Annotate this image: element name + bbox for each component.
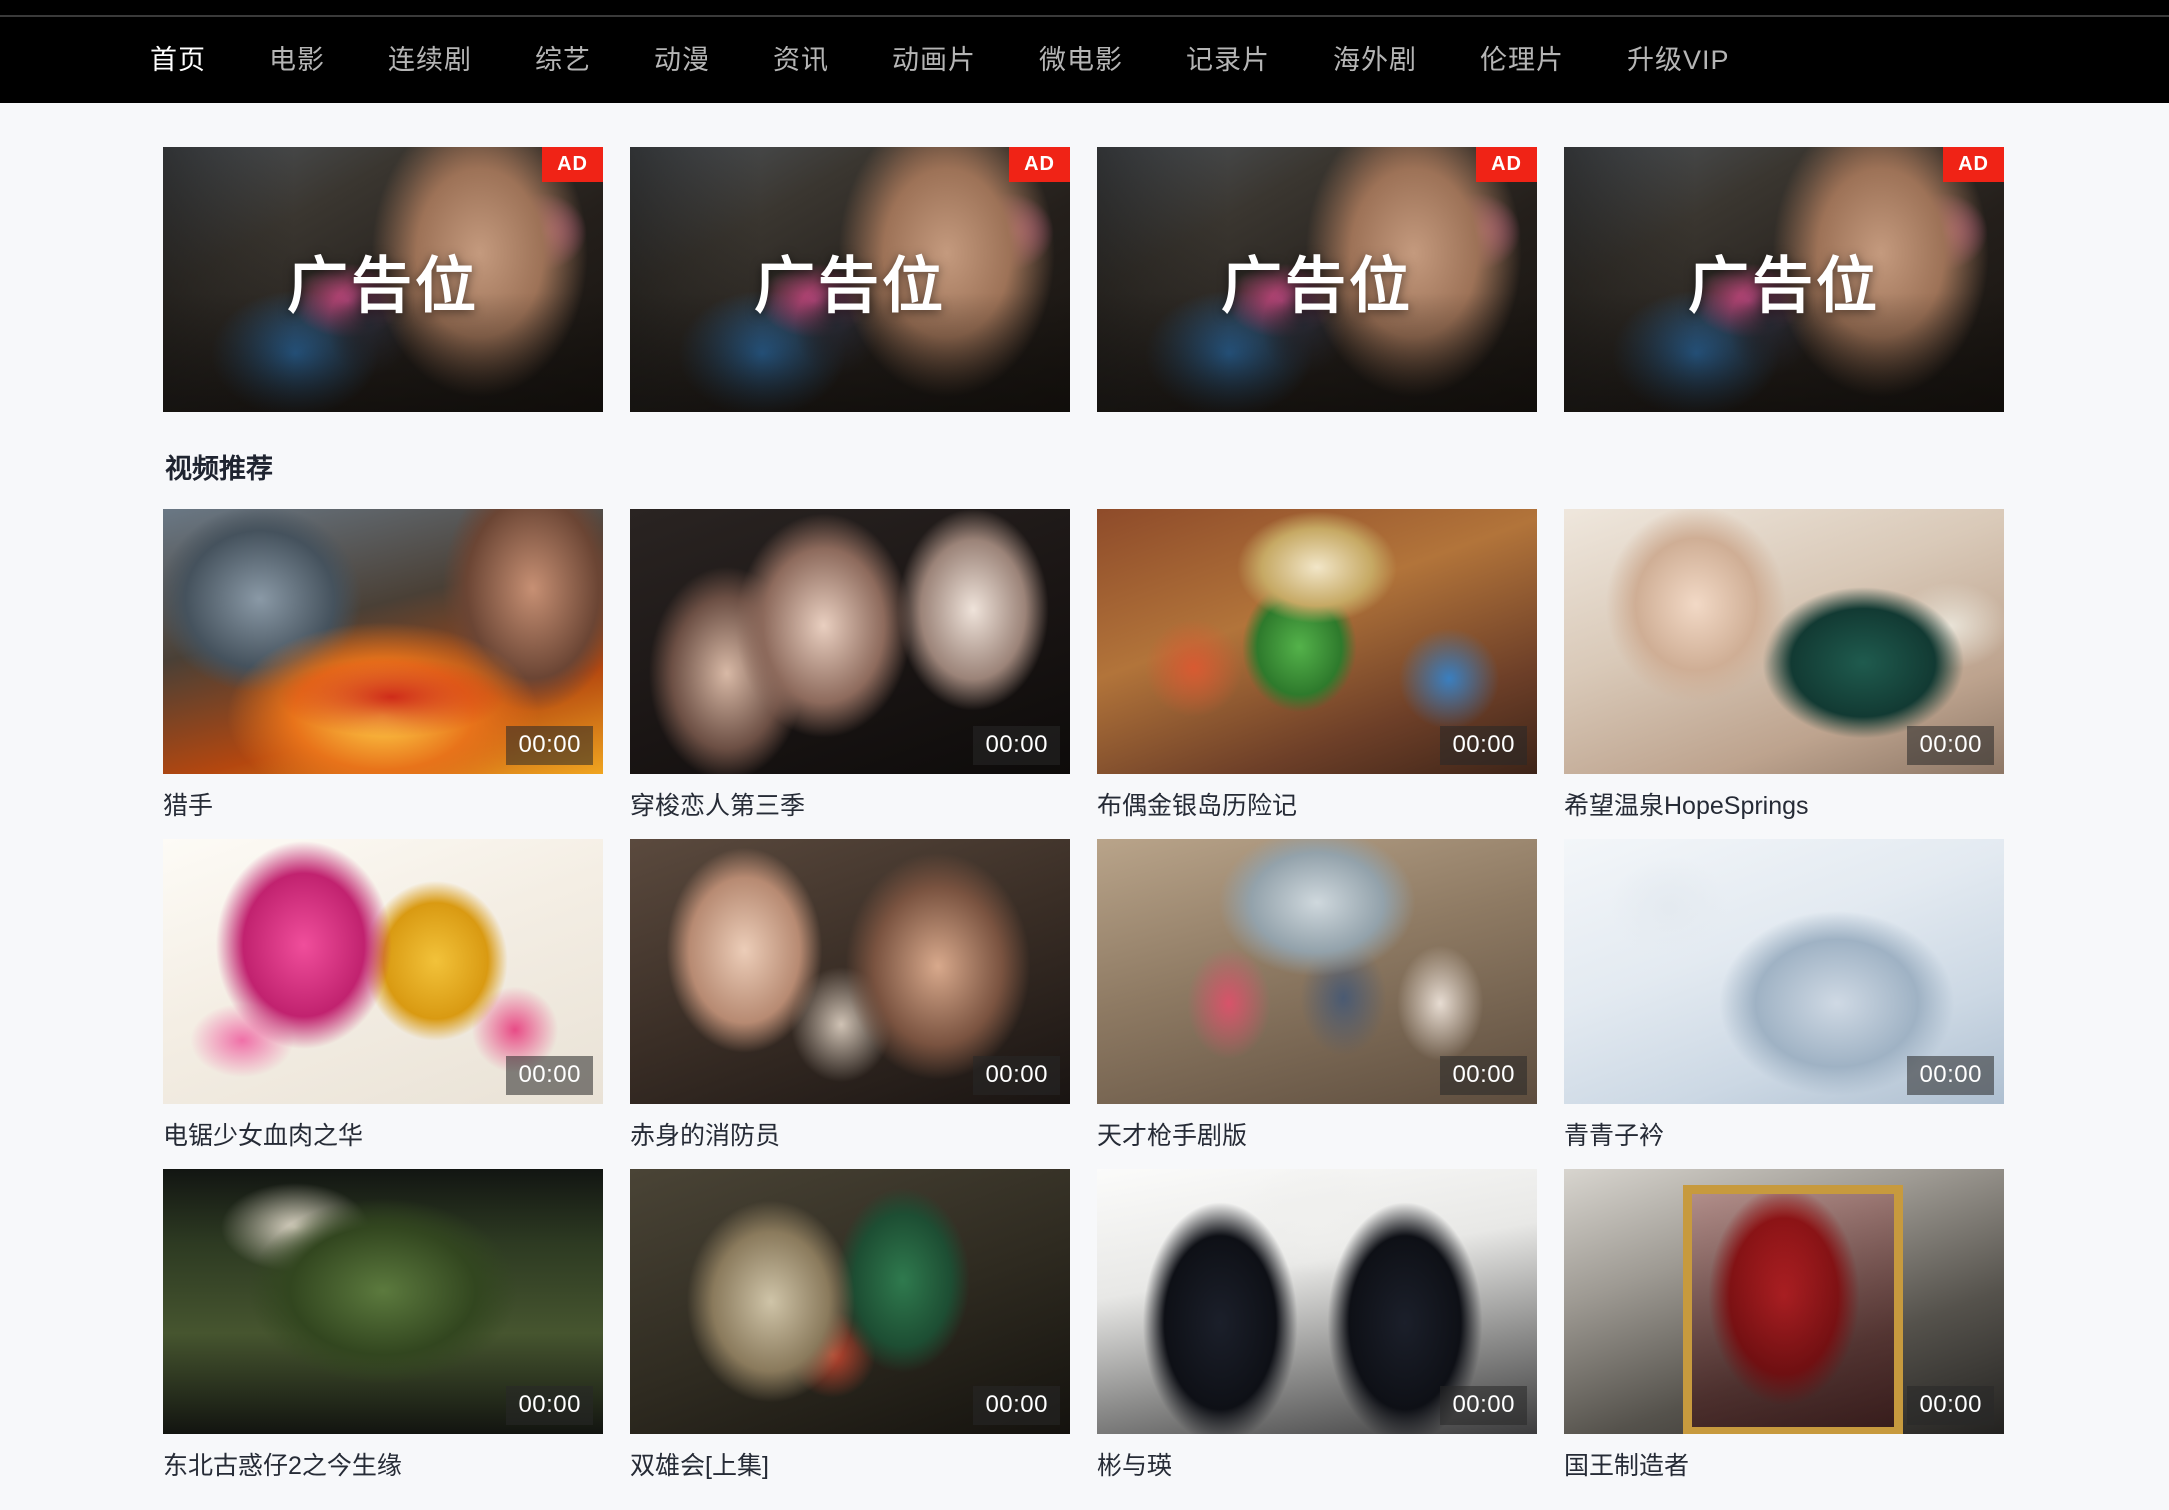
- video-card[interactable]: 00:00 电锯少女血肉之华: [163, 839, 603, 1151]
- video-duration-badge: 00:00: [1440, 726, 1527, 765]
- video-duration-badge: 00:00: [1907, 726, 1994, 765]
- video-card[interactable]: 00:00 赤身的消防员: [630, 839, 1070, 1151]
- video-title[interactable]: 国王制造者: [1564, 1451, 2004, 1481]
- video-card[interactable]: 00:00 天才枪手剧版: [1097, 839, 1537, 1151]
- video-thumbnail[interactable]: 00:00: [1097, 839, 1537, 1104]
- ad-banner-0[interactable]: AD 广告位: [163, 147, 603, 412]
- ad-banner-1[interactable]: AD 广告位: [630, 147, 1070, 412]
- video-card[interactable]: 00:00 东北古惑仔2之今生缘: [163, 1169, 603, 1481]
- video-thumbnail[interactable]: 00:00: [630, 1169, 1070, 1434]
- main-navigation: 首页 电影 连续剧 综艺 动漫 资讯 动画片 微电影 记录片 海外剧 伦理片 升级VIP: [0, 15, 2169, 103]
- nav-item-11[interactable]: 升级VIP: [1627, 46, 1730, 74]
- video-thumbnail[interactable]: 00:00: [163, 839, 603, 1104]
- video-title[interactable]: 天才枪手剧版: [1097, 1121, 1537, 1151]
- nav-item-8[interactable]: 记录片: [1186, 46, 1270, 74]
- ad-placeholder-label: 广告位: [1220, 251, 1413, 319]
- nav-item-7[interactable]: 微电影: [1039, 46, 1123, 74]
- video-thumbnail[interactable]: 00:00: [1097, 509, 1537, 774]
- video-thumbnail[interactable]: 00:00: [1564, 839, 2004, 1104]
- nav-item-9[interactable]: 海外剧: [1333, 46, 1417, 74]
- video-title[interactable]: 双雄会[上集]: [630, 1451, 1070, 1481]
- video-card[interactable]: 00:00 双雄会[上集]: [630, 1169, 1070, 1481]
- video-duration-badge: 00:00: [506, 1056, 593, 1095]
- video-thumbnail[interactable]: 00:00: [1564, 1169, 2004, 1434]
- video-title[interactable]: 穿梭恋人第三季: [630, 791, 1070, 821]
- ad-placeholder-label: 广告位: [286, 251, 479, 319]
- nav-item-5[interactable]: 资讯: [773, 46, 829, 74]
- nav-item-0[interactable]: 首页: [150, 46, 206, 74]
- video-title[interactable]: 彬与瑛: [1097, 1451, 1537, 1481]
- video-title[interactable]: 赤身的消防员: [630, 1121, 1070, 1151]
- video-thumbnail[interactable]: 00:00: [163, 509, 603, 774]
- nav-item-10[interactable]: 伦理片: [1480, 46, 1564, 74]
- top-black-strip: [0, 0, 2169, 15]
- nav-item-2[interactable]: 连续剧: [388, 46, 472, 74]
- video-duration-badge: 00:00: [506, 1386, 593, 1425]
- video-card[interactable]: 00:00 穿梭恋人第三季: [630, 509, 1070, 821]
- video-card[interactable]: 00:00 青青子衿: [1564, 839, 2004, 1151]
- video-card[interactable]: 00:00 猎手: [163, 509, 603, 821]
- nav-item-6[interactable]: 动画片: [892, 46, 976, 74]
- video-thumbnail[interactable]: 00:00: [1097, 1169, 1537, 1434]
- page-title: 视频推荐: [165, 454, 273, 484]
- video-title[interactable]: 电锯少女血肉之华: [163, 1121, 603, 1151]
- ad-banner-3[interactable]: AD 广告位: [1564, 147, 2004, 412]
- video-duration-badge: 00:00: [506, 726, 593, 765]
- nav-item-4[interactable]: 动漫: [654, 46, 710, 74]
- nav-item-1[interactable]: 电影: [269, 46, 325, 74]
- video-title[interactable]: 青青子衿: [1564, 1121, 2004, 1151]
- video-duration-badge: 00:00: [973, 726, 1060, 765]
- video-title[interactable]: 希望温泉HopeSprings: [1564, 791, 2004, 821]
- video-title[interactable]: 东北古惑仔2之今生缘: [163, 1451, 603, 1481]
- video-title[interactable]: 布偶金银岛历险记: [1097, 791, 1537, 821]
- video-card[interactable]: 00:00 布偶金银岛历险记: [1097, 509, 1537, 821]
- video-duration-badge: 00:00: [973, 1056, 1060, 1095]
- ad-badge: AD: [542, 147, 603, 182]
- video-duration-badge: 00:00: [1907, 1056, 1994, 1095]
- video-title[interactable]: 猎手: [163, 791, 603, 821]
- nav-item-3[interactable]: 综艺: [535, 46, 591, 74]
- ad-banner-2[interactable]: AD 广告位: [1097, 147, 1537, 412]
- video-duration-badge: 00:00: [1440, 1056, 1527, 1095]
- ad-placeholder-label: 广告位: [1687, 251, 1880, 319]
- video-card[interactable]: 00:00 彬与瑛: [1097, 1169, 1537, 1481]
- page-content: AD 广告位 AD 广告位 AD 广告位 AD 广告位 视频推荐 00:00 猎手 00:00 穿梭…: [0, 103, 2169, 1510]
- video-thumbnail[interactable]: 00:00: [630, 509, 1070, 774]
- video-thumbnail[interactable]: 00:00: [630, 839, 1070, 1104]
- ad-badge: AD: [1476, 147, 1537, 182]
- ad-badge: AD: [1943, 147, 2004, 182]
- video-card[interactable]: 00:00 国王制造者: [1564, 1169, 2004, 1481]
- ad-badge: AD: [1009, 147, 1070, 182]
- video-recommendation-grid: 00:00 猎手 00:00 穿梭恋人第三季 00:00 布偶金银岛历险记 00:00 希望温…: [163, 509, 2006, 1481]
- video-duration-badge: 00:00: [1907, 1386, 1994, 1425]
- ad-banner-strip: AD 广告位 AD 广告位 AD 广告位 AD 广告位: [163, 103, 2006, 412]
- video-thumbnail[interactable]: 00:00: [163, 1169, 603, 1434]
- video-thumbnail[interactable]: 00:00: [1564, 509, 2004, 774]
- video-duration-badge: 00:00: [973, 1386, 1060, 1425]
- video-card[interactable]: 00:00 希望温泉HopeSprings: [1564, 509, 2004, 821]
- ad-placeholder-label: 广告位: [753, 251, 946, 319]
- video-duration-badge: 00:00: [1440, 1386, 1527, 1425]
